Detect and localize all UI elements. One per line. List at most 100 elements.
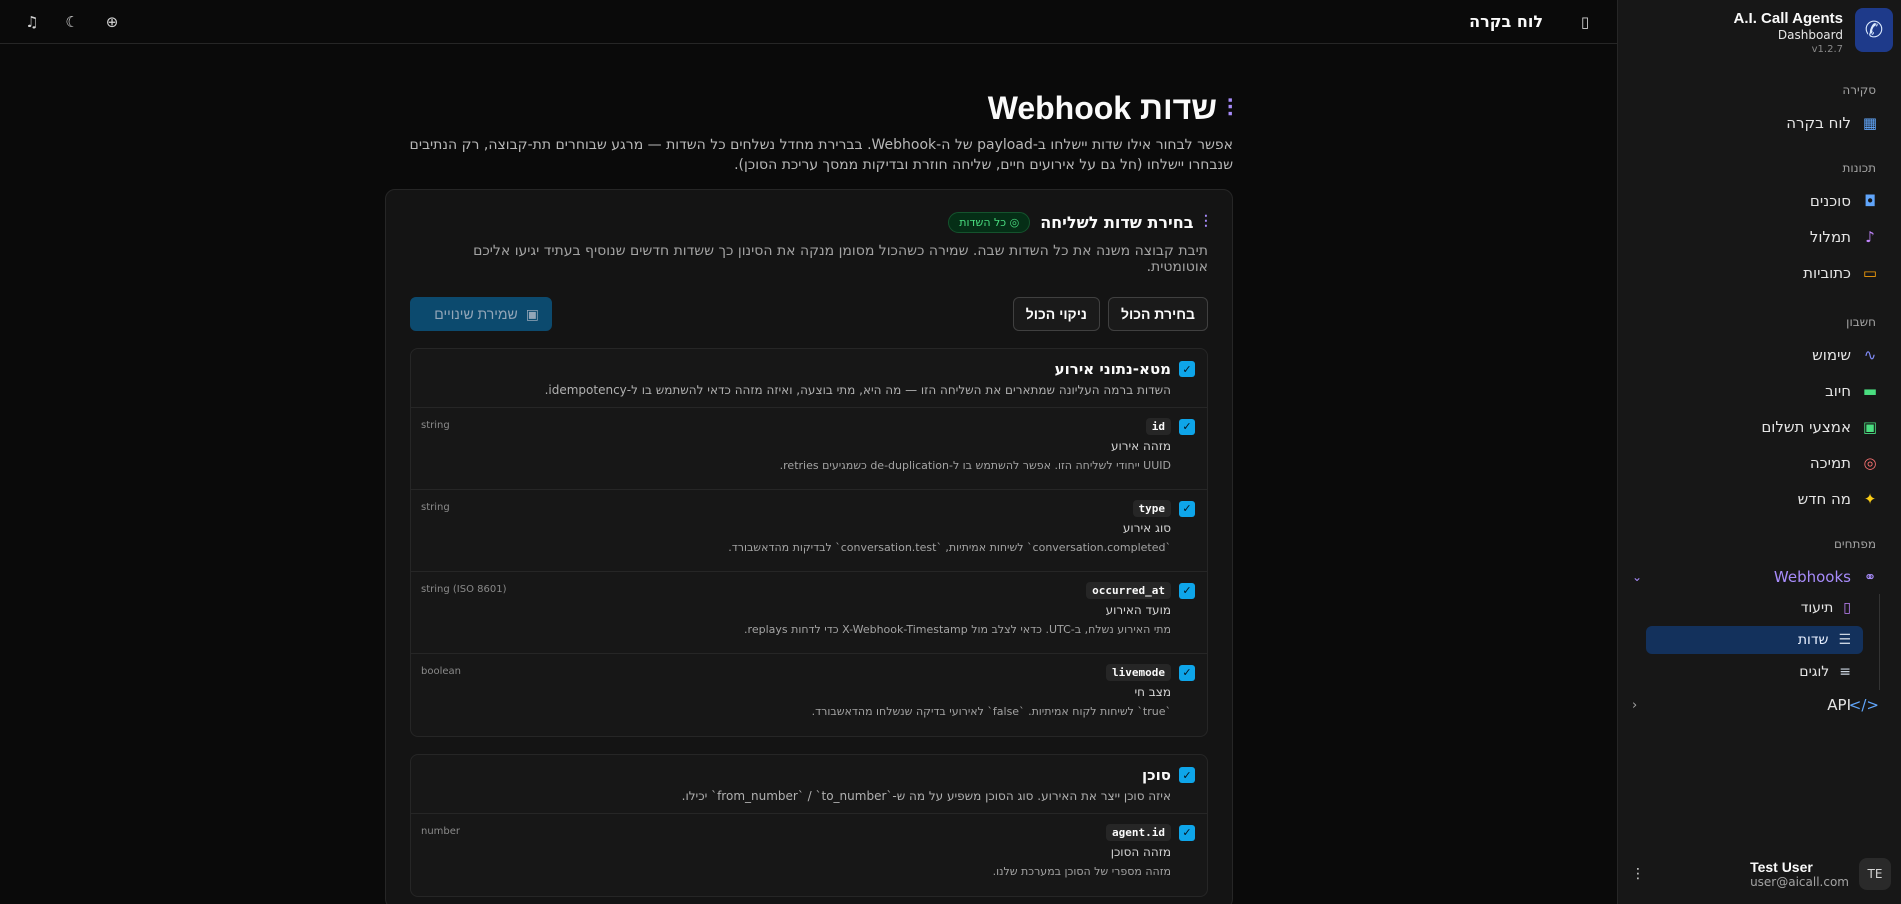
sidebar-item-label: שדות	[1797, 632, 1829, 648]
sidebar-item-docs[interactable]: ▯ תיעוד	[1646, 594, 1863, 622]
section-developers: מפתחים	[1833, 537, 1876, 551]
field-label: מצב חי	[1134, 685, 1171, 699]
bot-icon: ◘	[1864, 192, 1876, 210]
sidebar: ✆ A.I. Call Agents Dashboard v1.2.7 סקיר…	[1617, 0, 1901, 904]
sidebar-item-label: שימוש	[1812, 346, 1851, 364]
clear-all-button[interactable]: ניקוי הכול	[1012, 297, 1100, 331]
sidebar-item-logs[interactable]: ≡ לוגים	[1646, 658, 1863, 686]
sidebar-item-label: API	[1827, 696, 1851, 714]
video-icon: ▭	[1862, 264, 1878, 282]
field-type: string	[421, 420, 450, 431]
field-row: ✓ type סוג אירוע `conversation.completed…	[411, 490, 1207, 572]
sidebar-item-label: כתוביות	[1803, 264, 1851, 282]
sidebar-item-label: Webhooks	[1773, 568, 1851, 586]
field-description: `true` לשיחות לקוח אמיתיות. `false` לאיר…	[811, 705, 1171, 718]
field-row: ✓ id מזהה אירוע UUID ייחודי לשליחה הזו. …	[411, 408, 1207, 490]
sidebar-item-api[interactable]: </> API ‹	[1618, 688, 1901, 722]
app-title: A.I. Call Agents	[1733, 10, 1843, 27]
book-icon: ▯	[1843, 600, 1851, 616]
sidebar-item-support[interactable]: ◎ תמיכה	[1618, 446, 1901, 480]
field-checkbox[interactable]: ✓	[1179, 500, 1195, 517]
sidebar-item-billing[interactable]: ▬ חיוב	[1618, 374, 1901, 408]
sidebar-item-dashboard[interactable]: ▦ לוח בקרה	[1618, 106, 1901, 140]
sidebar-item-transcripts[interactable]: ▭ כתוביות	[1618, 256, 1901, 290]
field-row: ✓ agent.id מזהה הסוכן מזהה מספרי של הסוכ…	[411, 814, 1207, 896]
code-icon: </>	[1848, 696, 1879, 714]
actions-bar: בחירת הכול ניקוי הכול ▣ שמירת שינויים	[410, 297, 1208, 331]
group-checkbox[interactable]: ✓	[1179, 767, 1195, 783]
field-row: ✓ occurred_at מועד האירוע מתי האירוע נשל…	[411, 572, 1207, 654]
app-subtitle: Dashboard	[1777, 28, 1843, 42]
field-type: string (ISO 8601)	[421, 584, 507, 595]
chevron-down-icon[interactable]: ⌄	[1632, 570, 1642, 584]
page-description: אפשר לבחור אילו שדות יישלחו ב-payload של…	[409, 137, 1233, 173]
group-title: סוכן	[1142, 766, 1171, 784]
sidebar-item-label: חיוב	[1825, 382, 1851, 400]
field-group: ✓ סוכן איזה סוכן ייצר את האירוע. סוג הסו…	[410, 754, 1208, 897]
field-description: `conversation.completed` לשיחות אמיתיות,…	[728, 541, 1171, 554]
page-title-text: שדות Webhook	[987, 90, 1217, 126]
bell-icon[interactable]: ♫	[20, 13, 44, 31]
save-changes-button[interactable]: ▣ שמירת שינויים	[410, 297, 552, 331]
sparkles-icon: ✦	[1863, 490, 1877, 508]
field-row: ✓ livemode מצב חי `true` לשיחות לקוח אמי…	[411, 654, 1207, 736]
credit-card-icon: ▬	[1862, 382, 1878, 400]
field-label: סוג אירוע	[1122, 521, 1171, 535]
field-key: type	[1132, 500, 1171, 517]
moon-icon[interactable]: ☾	[60, 13, 84, 31]
page-breadcrumb-title: לוח בקרה	[1469, 12, 1543, 31]
main-content: ⫶ שדות Webhook אפשר לבחור אילו שדות יישל…	[385, 90, 1233, 904]
sidebar-item-webhooks[interactable]: ⚭ Webhooks ⌄	[1618, 560, 1901, 594]
sidebar-item-payment-methods[interactable]: ▣ אמצעי תשלום	[1618, 410, 1901, 444]
field-checkbox[interactable]: ✓	[1179, 582, 1195, 599]
sidebar-item-whats-new[interactable]: ✦ מה חדש	[1618, 482, 1901, 516]
field-checkbox[interactable]: ✓	[1179, 824, 1195, 841]
section-account: חשבון	[1846, 315, 1876, 329]
sidebar-item-label: מה חדש	[1797, 490, 1851, 508]
group-header: ✓ סוכן איזה סוכן ייצר את האירוע. סוג הסו…	[411, 755, 1207, 814]
field-key: occurred_at	[1086, 582, 1171, 599]
sidebar-item-fields[interactable]: ☰ שדות	[1646, 626, 1863, 654]
avatar: TE	[1859, 858, 1891, 890]
save-icon: ▣	[525, 305, 539, 322]
status-badge: ◎ כל השדות	[948, 212, 1031, 233]
sidebar-item-label: לוגים	[1799, 664, 1830, 680]
field-key: id	[1145, 418, 1171, 435]
card-description: תיבת קבוצה משנה את כל השדות שבה. שמירה כ…	[473, 243, 1208, 275]
field-label: מועד האירוע	[1105, 603, 1171, 617]
webhook-icon: ⚭	[1863, 568, 1877, 586]
group-checkbox[interactable]: ✓	[1179, 361, 1195, 377]
wallet-icon: ▣	[1862, 418, 1878, 436]
user-menu[interactable]: TE Test User user@aicall.com ⋮	[1617, 844, 1901, 904]
sidebar-toggle-icon[interactable]: ▯	[1573, 13, 1597, 31]
sliders-icon: ⫶	[1227, 94, 1233, 122]
more-vertical-icon[interactable]: ⋮	[1631, 866, 1645, 882]
field-checkbox[interactable]: ✓	[1179, 418, 1195, 435]
sidebar-item-transcription[interactable]: ♪ תמלול	[1618, 220, 1901, 254]
app-version: v1.2.7	[1811, 44, 1843, 55]
globe-icon[interactable]: ⊕	[100, 13, 124, 31]
card-title: בחירת שדות לשליחה	[1040, 213, 1194, 232]
life-buoy-icon: ◎	[1863, 454, 1877, 472]
sidebar-item-usage[interactable]: ∿ שימוש	[1618, 338, 1901, 372]
field-checkbox[interactable]: ✓	[1179, 664, 1195, 681]
save-label: שמירת שינויים	[434, 306, 518, 322]
sidebar-item-label: תמלול	[1809, 228, 1851, 246]
mic-icon: ♪	[1865, 228, 1875, 246]
sidebar-item-label: אמצעי תשלום	[1761, 418, 1851, 436]
list-checks-icon: ≡	[1839, 664, 1851, 680]
field-type: string	[421, 502, 450, 513]
brand[interactable]: ✆ A.I. Call Agents Dashboard v1.2.7	[1618, 0, 1901, 60]
user-email: user@aicall.com	[1750, 875, 1849, 889]
brand-text: A.I. Call Agents Dashboard v1.2.7	[1734, 10, 1843, 55]
field-key: livemode	[1106, 664, 1171, 681]
page-title: ⫶ שדות Webhook	[385, 90, 1233, 127]
sidebar-item-agents[interactable]: ◘ סוכנים	[1618, 184, 1901, 218]
field-description: UUID ייחודי לשליחה הזו. אפשר להשתמש בו ל…	[779, 459, 1171, 472]
field-description: מזהה מספרי של הסוכן במערכת שלנו.	[992, 865, 1171, 878]
select-all-button[interactable]: בחירת הכול	[1107, 297, 1208, 331]
group-description: איזה סוכן ייצר את האירוע. סוג הסוכן משפי…	[681, 789, 1171, 803]
chevron-left-icon[interactable]: ‹	[1632, 698, 1637, 713]
card-header: ⫶ בחירת שדות לשליחה ◎ כל השדות	[410, 212, 1208, 233]
group-title: מטא-נתוני אירוע	[1054, 360, 1171, 378]
